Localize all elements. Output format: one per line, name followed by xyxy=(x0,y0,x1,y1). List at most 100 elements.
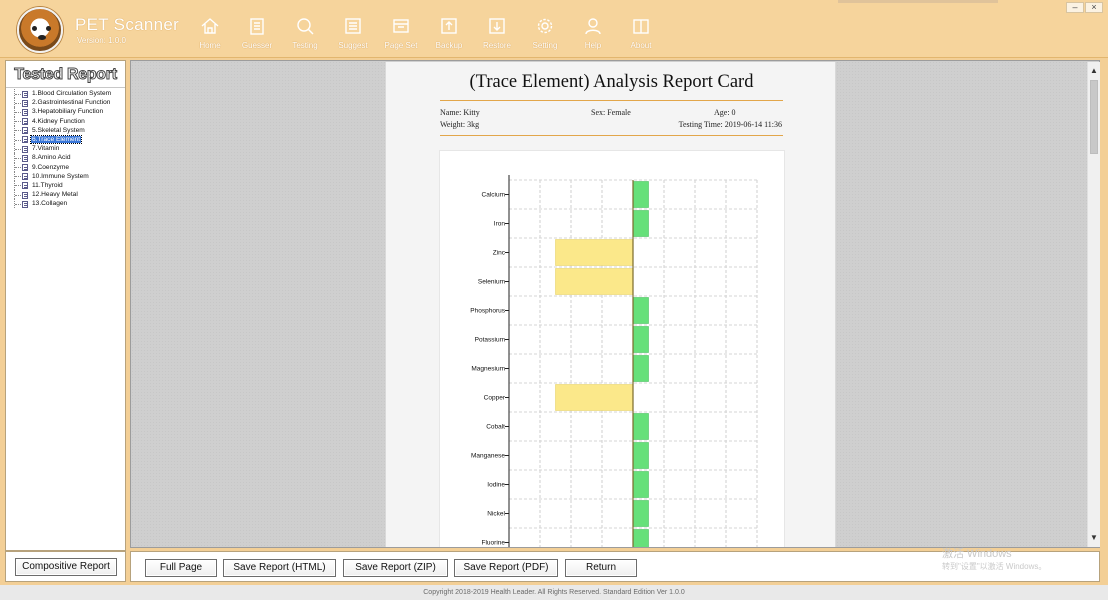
download-icon xyxy=(489,18,505,34)
tree-item-label: 1.Blood Circulation System xyxy=(32,90,112,97)
tree-branch-line xyxy=(14,125,22,135)
nav-label: Home xyxy=(199,41,221,50)
tree-item[interactable]: 5.Skeletal System xyxy=(10,125,125,135)
compositive-report-button[interactable]: Compositive Report xyxy=(15,558,117,576)
close-button[interactable]: × xyxy=(1085,2,1103,13)
tested-report-title: Tested Report xyxy=(6,61,125,88)
y-tick-label: Copper xyxy=(484,395,506,402)
clipboard-icon xyxy=(250,18,264,35)
y-tick-label: Calcium xyxy=(482,192,505,199)
person-icon xyxy=(585,18,601,35)
tree-item-label: 8.Amino Acid xyxy=(32,154,71,162)
list-icon xyxy=(345,18,361,34)
app-title: PET Scanner xyxy=(75,15,180,34)
nav-suggest[interactable]: Suggest xyxy=(331,16,375,50)
nav-testing[interactable]: Testing xyxy=(283,16,327,50)
document-icon xyxy=(22,127,28,135)
y-tick-label: Magnesium xyxy=(471,366,505,373)
activation-watermark-text: 转到"设置"以激活 Windows。 xyxy=(942,562,1047,571)
tree-item-label: 9.Coenzyme xyxy=(32,163,70,171)
tree-item-label: 12.Heavy Metal xyxy=(32,191,78,199)
app-version: Version: 1.0.0 xyxy=(77,36,126,45)
nav-restore[interactable]: Restore xyxy=(475,16,519,50)
tree-item[interactable]: 6.Trace Element xyxy=(10,134,125,145)
document-icon xyxy=(22,191,28,199)
pet-name: Name: Kitty xyxy=(440,108,480,117)
nav-home[interactable]: Home xyxy=(188,16,232,50)
tree-branch-line xyxy=(14,134,22,145)
bar-fluorine xyxy=(632,529,649,547)
y-tick-label: Nickel xyxy=(487,511,505,518)
tree-item-label: 10.Immune System xyxy=(32,172,89,180)
tree-branch-line xyxy=(14,190,22,200)
save-report-html-button[interactable]: Save Report (HTML) xyxy=(223,559,336,577)
pet-age: Age: 0 xyxy=(714,108,736,117)
tree-item[interactable]: 7.Vitamin xyxy=(10,144,125,154)
compositive-area: Compositive Report xyxy=(5,551,126,582)
nav-page-set[interactable]: Page Set xyxy=(379,16,423,50)
scroll-down-arrow-icon[interactable]: ▼ xyxy=(1088,531,1100,545)
scroll-up-arrow-icon[interactable]: ▲ xyxy=(1088,64,1100,78)
scroll-thumb[interactable] xyxy=(1090,80,1098,154)
nav-setting[interactable]: Setting xyxy=(523,16,567,50)
y-tick-label: Manganese xyxy=(471,453,505,460)
document-icon xyxy=(22,173,28,181)
tree-item[interactable]: 4.Kidney Function xyxy=(10,116,125,126)
tree-item[interactable]: 1.Blood Circulation System xyxy=(10,89,125,99)
nav-about[interactable]: About xyxy=(619,16,663,50)
bar-zinc xyxy=(555,239,634,266)
activation-watermark-title: 激活 Windows xyxy=(942,548,1012,560)
document-icon xyxy=(22,136,28,144)
tree-item-label: 6.Trace Element xyxy=(29,134,83,144)
pet-weight: Weight: 3kg xyxy=(440,120,480,129)
tree-item[interactable]: 12.Heavy Metal xyxy=(10,190,125,200)
save-report-zip-button[interactable]: Save Report (ZIP) xyxy=(343,559,448,577)
bar-potassium xyxy=(632,326,649,353)
dog-logo xyxy=(17,7,63,53)
title-divider xyxy=(440,100,783,101)
tree-branch-line xyxy=(14,162,22,172)
tree-branch-line xyxy=(14,199,22,209)
nav-label: Testing xyxy=(292,41,318,50)
tree-item[interactable]: 2.Gastrointestinal Function xyxy=(10,98,125,108)
report-viewer[interactable]: (Trace Element) Analysis Report Card Nam… xyxy=(130,60,1100,548)
y-tick-label: Selenium xyxy=(478,279,505,286)
tree-item[interactable]: 8.Amino Acid xyxy=(10,153,125,163)
nav-backup[interactable]: Backup xyxy=(427,16,471,50)
bar-calcium xyxy=(632,181,649,208)
bar-manganese xyxy=(632,442,649,469)
trace-element-chart-svg: Calcium Iron Zinc Selenium Phosphorus Potassi… xyxy=(470,175,758,547)
nav-label: Help xyxy=(584,41,602,50)
bar-magnesium xyxy=(632,355,649,382)
copyright-footer: Copyright 2018-2019 Health Leader. All R… xyxy=(0,585,1108,600)
tree-item[interactable]: 11.Thyroid xyxy=(10,180,125,191)
tree-branch-line xyxy=(14,107,22,117)
vertical-scrollbar[interactable]: ▲ ▼ xyxy=(1087,62,1100,547)
minimize-button[interactable]: – xyxy=(1066,2,1084,13)
document-icon xyxy=(22,145,28,153)
pet-sex: Sex: Female xyxy=(591,108,631,117)
tree-item[interactable]: 10.Immune System xyxy=(10,171,125,181)
document-icon xyxy=(22,154,28,162)
tree-item[interactable]: 13.Collagen xyxy=(10,199,125,209)
nav-label: Suggest xyxy=(338,41,368,50)
tree-item-label: 4.Kidney Function xyxy=(32,117,85,125)
tree-branch-line xyxy=(14,144,22,154)
bar-nickel xyxy=(632,500,649,527)
nav-label: Setting xyxy=(532,41,558,50)
tree-item-label: 5.Skeletal System xyxy=(32,126,85,134)
nav-help[interactable]: Help xyxy=(571,16,615,50)
document-icon xyxy=(22,108,28,116)
tree-branch-line xyxy=(14,180,22,191)
home-icon xyxy=(201,18,219,34)
report-title: (Trace Element) Analysis Report Card xyxy=(469,72,754,92)
save-report-pdf-button[interactable]: Save Report (PDF) xyxy=(454,559,558,577)
tree-item[interactable]: 3.Hepatobiliary Function xyxy=(10,107,125,117)
bar-iron xyxy=(632,210,649,237)
nav-guesser[interactable]: Guesser xyxy=(235,16,279,50)
document-icon xyxy=(22,182,28,190)
nav-label: Restore xyxy=(482,41,511,50)
return-button[interactable]: Return xyxy=(565,559,637,577)
full-page-button[interactable]: Full Page xyxy=(145,559,217,577)
tree-item[interactable]: 9.Coenzyme xyxy=(10,162,125,172)
